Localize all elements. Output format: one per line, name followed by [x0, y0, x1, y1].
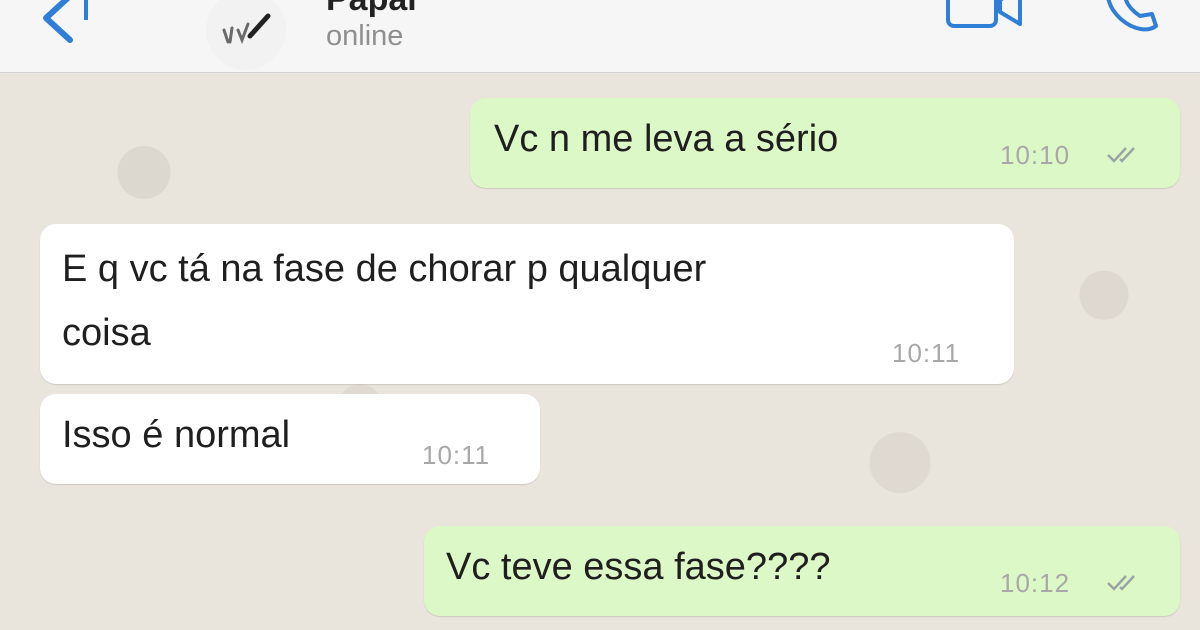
- message-text: Isso é normal: [62, 414, 291, 456]
- contact-name[interactable]: Papai: [326, 0, 417, 19]
- message-time: 10:11: [422, 440, 491, 470]
- contact-status: online: [326, 20, 404, 52]
- message-bubble-incoming[interactable]: E q vc tá na fase de chorar p qualquer c…: [40, 224, 1014, 384]
- message-text-line-2: coisa: [62, 312, 151, 354]
- message-time: 10:10: [1000, 140, 1071, 170]
- message-bubble-incoming[interactable]: Isso é normal 10:11: [40, 394, 540, 484]
- avatar-image: [222, 13, 271, 45]
- chat-header: Papai online: [0, 0, 1200, 73]
- message-bubble-outgoing[interactable]: Vc n me leva a sério 10:10: [470, 98, 1180, 188]
- double-check-icon: [1107, 147, 1135, 163]
- video-camera-icon[interactable]: [942, 0, 1026, 32]
- message-text-line-1: E q vc tá na fase de chorar p qualquer: [62, 248, 707, 290]
- chevron-left-icon[interactable]: [30, 0, 90, 46]
- double-check-icon: [1107, 575, 1135, 591]
- message-text: Vc teve essa fase????: [446, 546, 831, 588]
- avatar[interactable]: [206, 0, 286, 70]
- phone-icon[interactable]: [1090, 0, 1170, 34]
- message-text: Vc n me leva a sério: [494, 118, 839, 160]
- message-time: 10:11: [892, 338, 961, 368]
- message-bubble-outgoing[interactable]: Vc teve essa fase???? 10:12: [424, 526, 1180, 616]
- message-time: 10:12: [1000, 568, 1071, 598]
